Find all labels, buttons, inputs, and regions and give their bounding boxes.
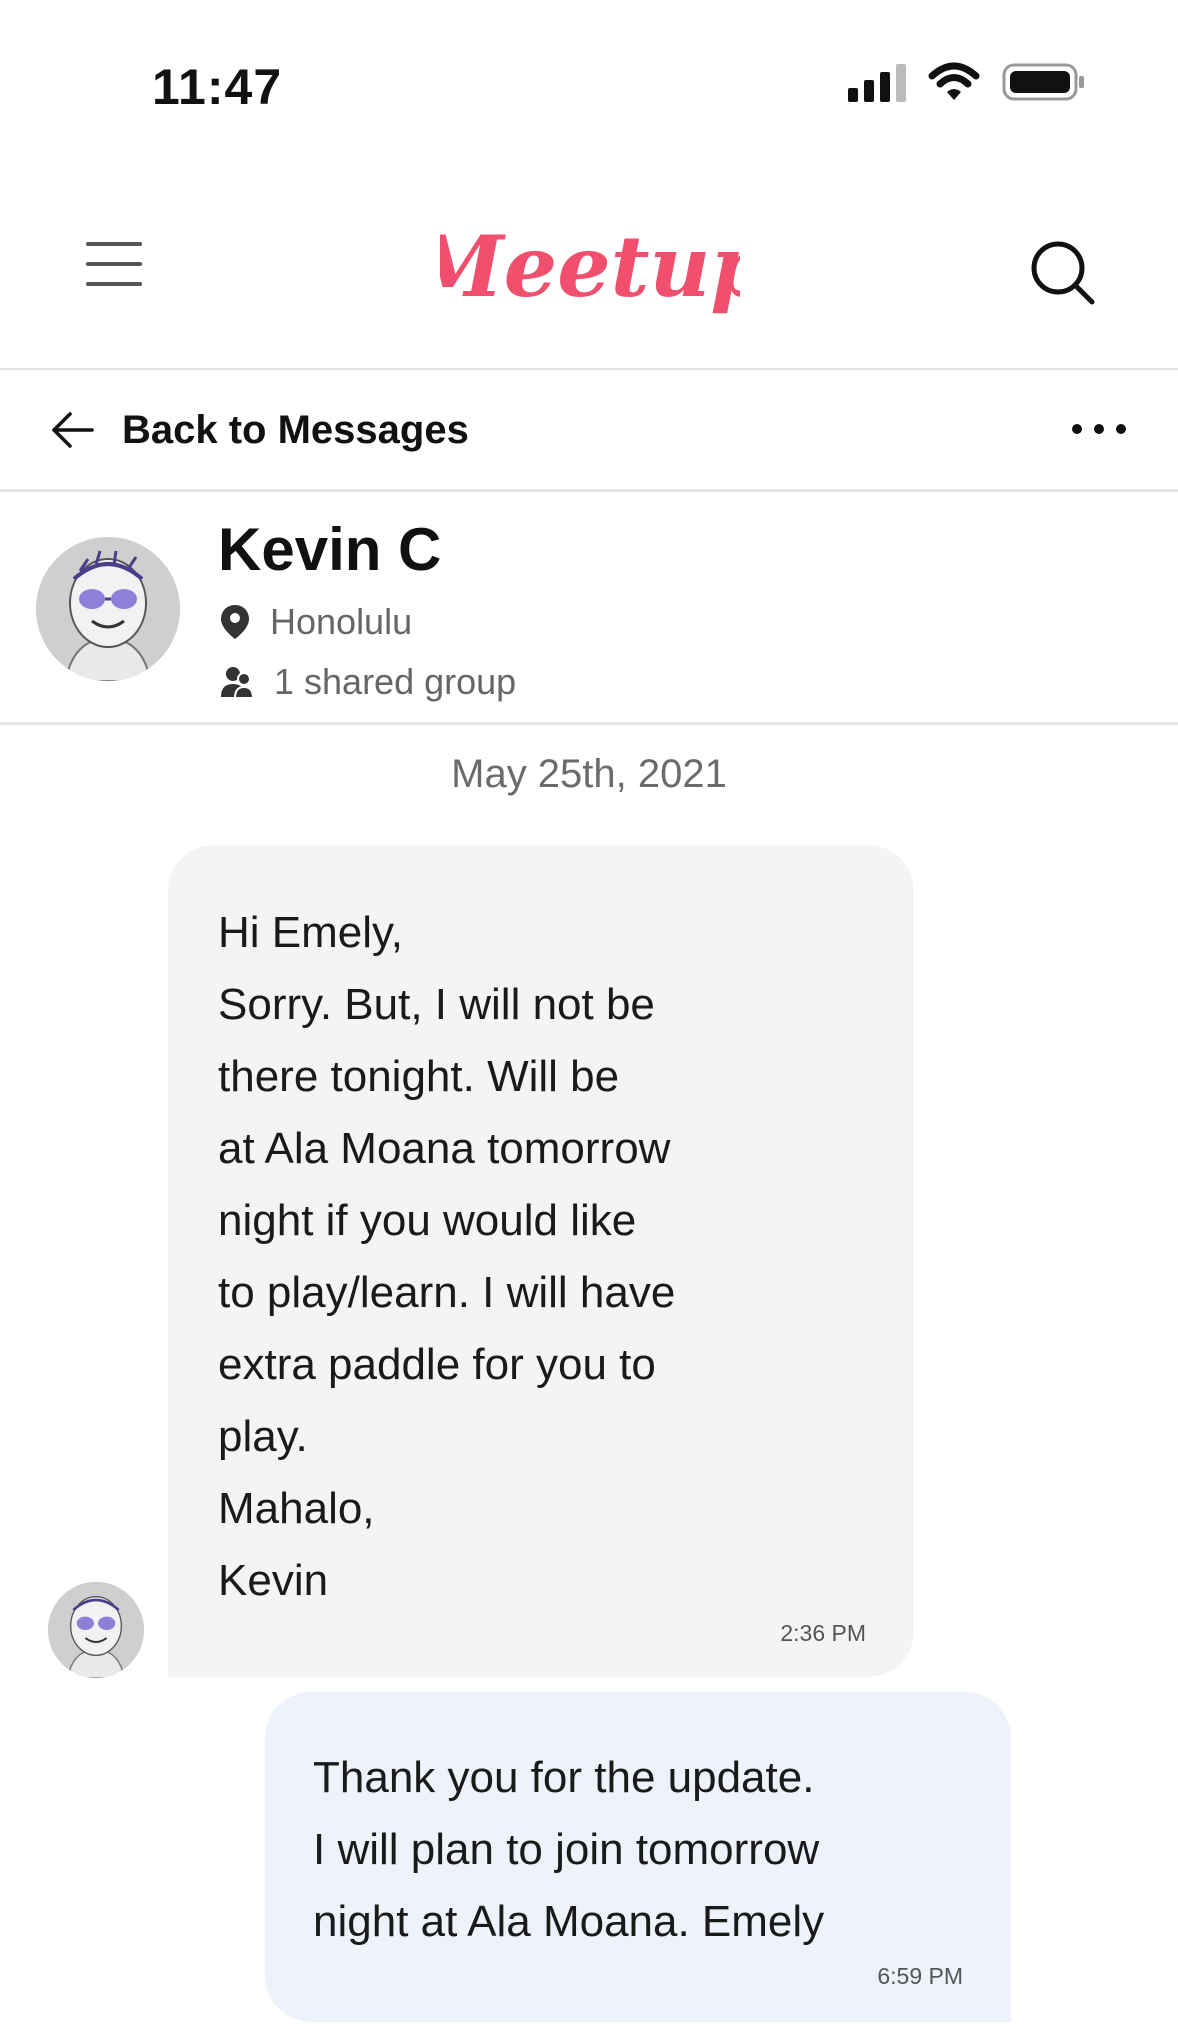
message-timestamp: 2:36 PM (780, 1620, 866, 1646)
conversation-date: May 25th, 2021 (451, 752, 727, 796)
svg-text:Meetup: Meetup (440, 217, 740, 316)
sender-avatar[interactable] (48, 1582, 144, 1678)
location-pin-icon (221, 605, 249, 639)
back-to-messages-link[interactable]: Back to Messages (122, 408, 469, 453)
contact-location-row: Honolulu (220, 601, 412, 643)
cellular-signal-icon (848, 62, 906, 102)
status-time: 11:47 (152, 59, 283, 115)
contact-name[interactable]: Kevin C (218, 515, 441, 584)
contact-profile: Kevin C Honolulu 1 shared group (0, 495, 1178, 725)
battery-icon (1002, 63, 1084, 101)
status-bar: 11:47 (0, 0, 1178, 170)
outgoing-message-bubble[interactable]: Thank you for the update. I will plan to… (265, 1692, 1011, 2022)
message-timestamp: 6:59 PM (877, 1963, 963, 1989)
shared-groups-row[interactable]: 1 shared group (220, 661, 516, 703)
incoming-message-bubble[interactable]: Hi Emely, Sorry. But, I will not be ther… (168, 845, 914, 1677)
message-text: Hi Emely, Sorry. But, I will not be ther… (218, 908, 676, 1605)
hamburger-menu-icon[interactable] (86, 242, 142, 286)
status-icons (848, 62, 1086, 102)
more-options-icon[interactable] (1072, 424, 1126, 434)
wifi-icon (928, 62, 980, 100)
back-arrow-icon[interactable] (50, 410, 94, 450)
contact-avatar[interactable] (36, 537, 180, 681)
message-text: Thank you for the update. I will plan to… (313, 1753, 825, 1946)
back-bar: Back to Messages (0, 372, 1178, 492)
meetup-logo[interactable]: Meetup (440, 210, 740, 330)
shared-groups-count[interactable]: 1 shared group (274, 661, 516, 703)
people-icon (221, 667, 254, 699)
app-header: Meetup (0, 170, 1178, 370)
message-thread-screen: 11:47 Meetup (0, 0, 1178, 2043)
contact-location: Honolulu (270, 601, 413, 642)
search-icon[interactable] (1028, 238, 1098, 308)
